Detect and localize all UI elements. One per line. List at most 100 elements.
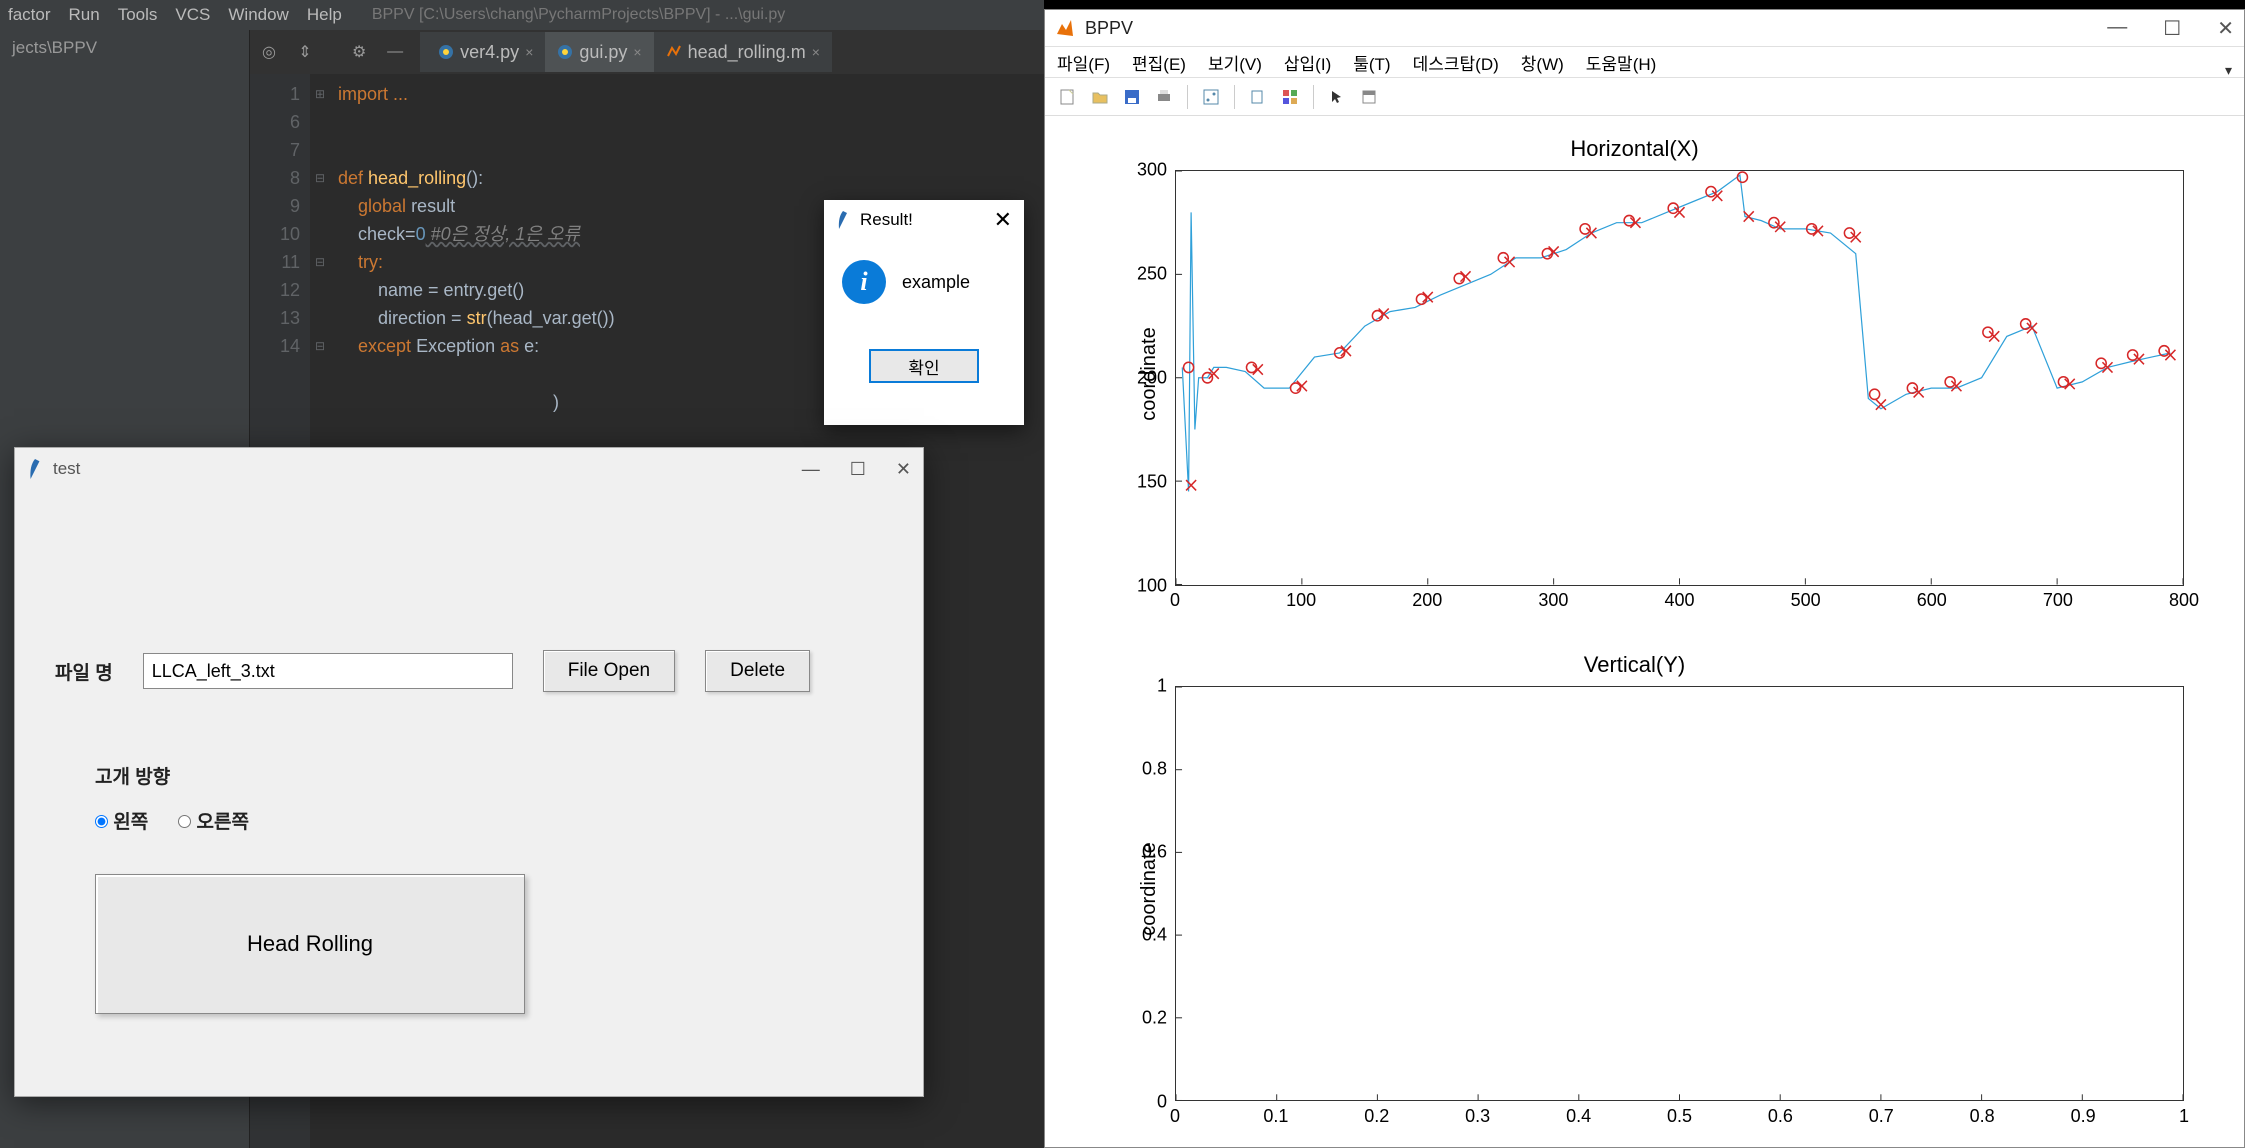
t: as: [500, 336, 524, 356]
menu-desktop[interactable]: 데스크탑(D): [1413, 50, 1499, 75]
close-icon[interactable]: ×: [525, 44, 533, 60]
open-icon[interactable]: [1087, 84, 1113, 110]
delete-button[interactable]: Delete: [705, 650, 810, 692]
insert-colorbar-icon[interactable]: [1356, 84, 1382, 110]
menu-help[interactable]: Help: [307, 5, 342, 25]
radio-right[interactable]: 오른쪽: [178, 807, 249, 834]
gear-icon[interactable]: ⚙: [348, 41, 370, 63]
file-label: 파일 명: [55, 658, 113, 685]
menu-vcs[interactable]: VCS: [175, 5, 210, 25]
close-icon[interactable]: ×: [812, 44, 820, 60]
direction-label: 고개 방향: [95, 767, 170, 788]
popup-title: Result!: [860, 210, 913, 230]
save-icon[interactable]: [1119, 84, 1145, 110]
result-popup: Result! ✕ i example 확인: [824, 200, 1024, 425]
figure-title: BPPV: [1085, 18, 1133, 39]
menu-run[interactable]: Run: [69, 5, 100, 25]
edit-plot-icon[interactable]: [1198, 84, 1224, 110]
t: #0은 정상, 1은 오류: [426, 224, 580, 244]
ide-window-title: BPPV [C:\Users\chang\PycharmProjects\BPP…: [372, 6, 785, 24]
close-icon[interactable]: ✕: [2217, 16, 2234, 41]
menu-window[interactable]: 창(W): [1521, 50, 1564, 75]
t: head_rolling: [368, 168, 466, 188]
t: check=: [358, 224, 416, 244]
target-icon[interactable]: ◎: [258, 41, 280, 63]
radio-left-input[interactable]: [95, 815, 108, 828]
figure-titlebar[interactable]: BPPV — ☐ ✕: [1045, 10, 2244, 46]
close-icon[interactable]: ✕: [896, 459, 911, 480]
minimize-icon[interactable]: —: [384, 41, 406, 63]
filename-input[interactable]: [143, 653, 513, 689]
tab-gui[interactable]: gui.py ×: [545, 32, 653, 72]
tk-feather-icon: [27, 459, 43, 479]
t: global: [358, 196, 411, 216]
python-icon: [438, 44, 454, 60]
t: try:: [358, 252, 383, 272]
t: ():: [466, 168, 483, 188]
chevron-down-icon[interactable]: ▾: [2225, 62, 2232, 79]
tab-label: ver4.py: [460, 42, 519, 63]
t: except: [358, 336, 416, 356]
t: Exception: [416, 336, 500, 356]
editor-toolbar: ◎ ⇕ ⚙ — ver4.py × gui.py ×: [250, 30, 1044, 74]
tab-label: head_rolling.m: [688, 42, 806, 63]
tab-ver4[interactable]: ver4.py ×: [426, 32, 545, 72]
t: 0: [416, 224, 426, 244]
figure-menubar: 파일(F) 편집(E) 보기(V) 삽입(I) 툴(T) 데스크탑(D) 창(W…: [1045, 46, 2244, 78]
x-ticks: 0100200300400500600700800: [1175, 590, 2184, 620]
t: def: [338, 168, 368, 188]
data-cursor-icon[interactable]: [1245, 84, 1271, 110]
t: (head_var.get()): [487, 308, 615, 328]
test-title: test: [53, 459, 80, 479]
pointer-icon[interactable]: [1324, 84, 1350, 110]
menu-tools[interactable]: Tools: [118, 5, 158, 25]
file-open-button[interactable]: File Open: [543, 650, 675, 692]
x-ticks: 00.10.20.30.40.50.60.70.80.91: [1175, 1106, 2184, 1136]
t: name = entry.get(): [378, 280, 524, 300]
test-titlebar[interactable]: test — ☐ ✕: [15, 448, 923, 490]
tab-head-rolling[interactable]: head_rolling.m ×: [654, 32, 832, 72]
menu-file[interactable]: 파일(F): [1057, 50, 1110, 75]
menu-refactor[interactable]: factor: [8, 5, 51, 25]
radio-right-label: 오른쪽: [197, 812, 249, 833]
t: e:: [524, 336, 539, 356]
plot-area[interactable]: [1175, 686, 2184, 1102]
popup-titlebar[interactable]: Result! ✕: [824, 200, 1024, 240]
menu-help[interactable]: 도움말(H): [1586, 50, 1657, 75]
y-ticks: 00.20.40.60.81: [1135, 686, 1173, 1102]
horizontal-chart: Horizontal(X) coordinate 100150200250300…: [1085, 136, 2184, 612]
matlab-icon: [666, 44, 682, 60]
menu-window[interactable]: Window: [228, 5, 288, 25]
ide-menu-bar: factor Run Tools VCS Window Help BPPV [C…: [0, 0, 1044, 30]
menu-tools[interactable]: 툴(T): [1353, 50, 1390, 75]
plot-area[interactable]: [1175, 170, 2184, 586]
info-icon: i: [842, 260, 886, 304]
chart-title: Vertical(Y): [1085, 652, 2184, 678]
radio-left[interactable]: 왼쪽: [95, 807, 148, 834]
project-path[interactable]: jects\BPPV: [12, 38, 237, 58]
minimize-icon[interactable]: —: [802, 459, 820, 480]
radio-right-input[interactable]: [178, 815, 191, 828]
matlab-figure-window: BPPV — ☐ ✕ 파일(F) 편집(E) 보기(V) 삽입(I) 툴(T) …: [1044, 9, 2245, 1148]
menu-edit[interactable]: 편집(E): [1132, 50, 1186, 75]
menu-insert[interactable]: 삽입(I): [1284, 50, 1331, 75]
print-icon[interactable]: [1151, 84, 1177, 110]
ok-button[interactable]: 확인: [869, 349, 979, 383]
figure-toolbar: [1045, 78, 2244, 116]
python-icon: [557, 44, 573, 60]
y-ticks: 100150200250300: [1135, 170, 1173, 586]
close-icon[interactable]: ✕: [994, 207, 1012, 233]
matlab-icon: [1055, 18, 1075, 38]
t: str: [467, 308, 487, 328]
menu-view[interactable]: 보기(V): [1208, 50, 1262, 75]
maximize-icon[interactable]: ☐: [850, 459, 866, 480]
vertical-chart: Vertical(Y) coordinate 00.20.40.60.81 00…: [1085, 652, 2184, 1128]
tab-label: gui.py: [579, 42, 627, 63]
collapse-icon[interactable]: ⇕: [294, 41, 316, 63]
head-rolling-button[interactable]: Head Rolling: [95, 874, 525, 1014]
link-plot-icon[interactable]: [1277, 84, 1303, 110]
maximize-icon[interactable]: ☐: [2163, 16, 2181, 41]
minimize-icon[interactable]: —: [2107, 16, 2127, 41]
new-figure-icon[interactable]: [1055, 84, 1081, 110]
close-icon[interactable]: ×: [633, 44, 641, 60]
